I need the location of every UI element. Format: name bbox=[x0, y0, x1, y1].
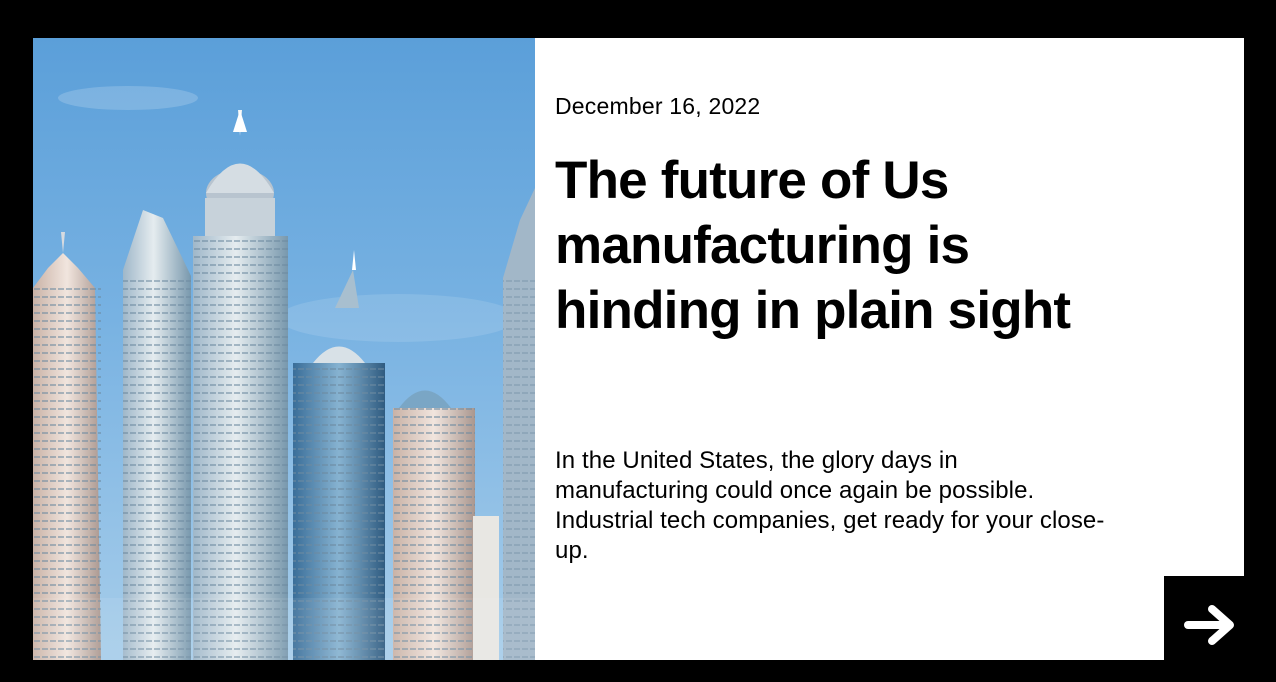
tower-far-right bbox=[503, 188, 535, 660]
article-card[interactable]: December 16, 2022 The future of Us manuf… bbox=[33, 38, 1244, 660]
article-title-line-1: The future of Us bbox=[555, 151, 949, 210]
skyline-illustration bbox=[33, 86, 535, 660]
article-content: December 16, 2022 The future of Us manuf… bbox=[555, 38, 1155, 660]
tower-princess bbox=[193, 110, 288, 660]
article-title: The future of Us manufacturing is hindin… bbox=[555, 148, 1115, 343]
tower-left bbox=[33, 232, 101, 660]
tower-center-left bbox=[123, 210, 191, 660]
arrow-right-icon bbox=[1184, 605, 1234, 645]
next-button[interactable] bbox=[1164, 576, 1244, 660]
skyline-image bbox=[33, 38, 535, 660]
publish-date: December 16, 2022 bbox=[555, 93, 761, 119]
article-title-line-2: manufacturing is bbox=[555, 216, 970, 275]
article-description: In the United States, the glory days in … bbox=[555, 447, 1105, 564]
article-title-line-3: hinding in plain sight bbox=[555, 281, 1071, 340]
